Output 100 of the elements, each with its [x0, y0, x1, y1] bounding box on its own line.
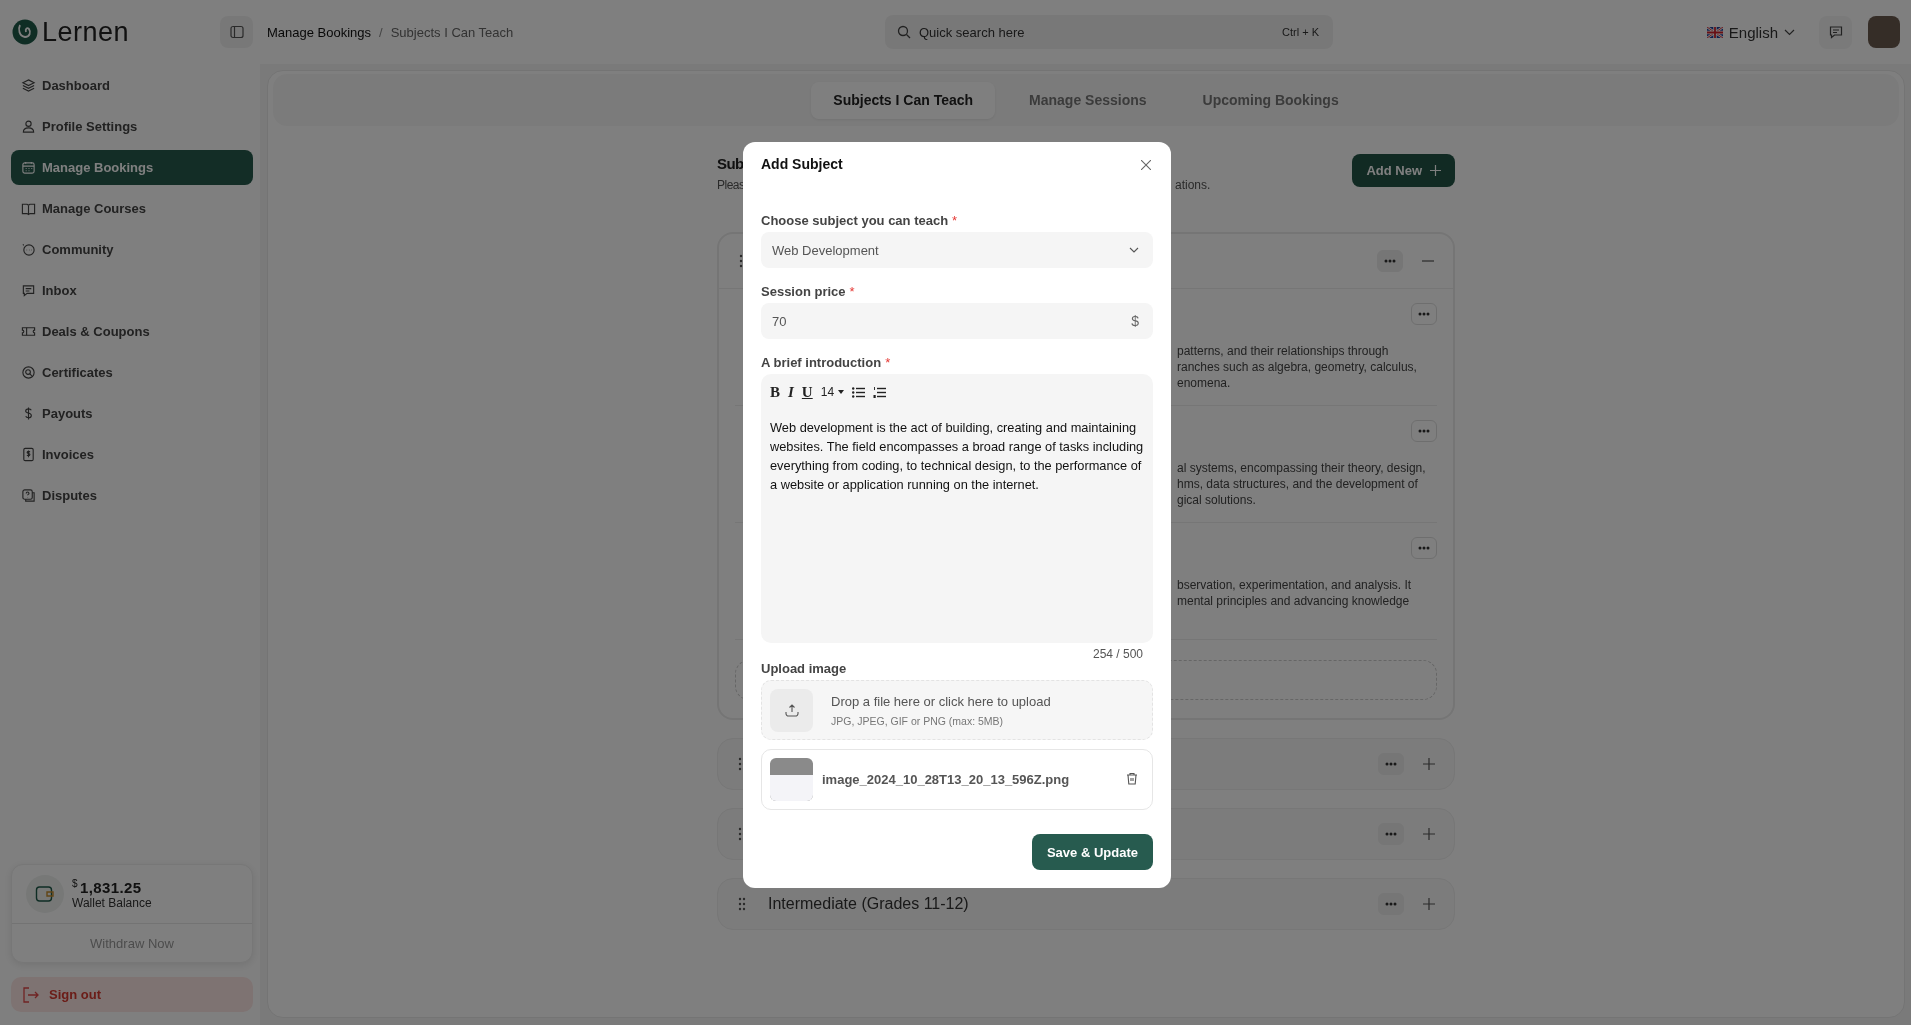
brand-name: Lernen [42, 16, 130, 48]
sidebar-item[interactable]: Invoices [11, 437, 253, 472]
field-label: Upload image [761, 661, 848, 676]
more-icon [1385, 832, 1397, 836]
close-icon [1141, 159, 1151, 170]
more-button[interactable] [1378, 823, 1404, 845]
subject-select[interactable]: Web Development [761, 232, 1153, 268]
layers-icon [21, 78, 36, 93]
ticket-icon [21, 324, 36, 339]
delete-button[interactable] [1126, 771, 1138, 788]
plus-icon [1430, 165, 1441, 176]
sidebar-item[interactable]: Manage Courses [11, 191, 253, 226]
dispute-icon [21, 488, 36, 503]
messages-button[interactable] [1819, 15, 1852, 49]
more-button[interactable] [1378, 753, 1404, 775]
chevron-down-icon [1129, 247, 1139, 253]
more-icon [1385, 762, 1397, 766]
sidebar-item[interactable]: Community [11, 232, 253, 267]
search-field[interactable]: Quick search here Ctrl + K [885, 15, 1333, 49]
chat-bubble-icon [21, 242, 36, 257]
wallet-amount: $^{$}$1,831.25 [72, 878, 143, 896]
breadcrumb-separator: / [379, 24, 383, 40]
expand-button[interactable] [1422, 897, 1436, 911]
file-name: image_2024_10_28T13_20_13_596Z.png [822, 772, 1071, 787]
sidebar-toggle-button[interactable] [220, 16, 253, 48]
expand-button[interactable] [1422, 827, 1436, 841]
plus-icon [1423, 898, 1435, 910]
file-dropzone[interactable]: Drop a file here or click here to upload JPG, JPEG, GIF or PNG (max: 5MB) [761, 680, 1153, 740]
tab[interactable]: Upcoming Bookings [1180, 81, 1361, 119]
message-icon [1827, 24, 1844, 40]
italic-button[interactable]: I [788, 383, 794, 401]
sidebar-item[interactable]: Payouts [11, 396, 253, 431]
breadcrumb-link[interactable]: Manage Bookings [267, 24, 372, 40]
more-button[interactable] [1378, 893, 1404, 915]
sidebar-item[interactable]: Manage Bookings [11, 150, 253, 185]
logo-icon [12, 19, 38, 45]
sign-out-icon [21, 985, 39, 1004]
sidebar-item[interactable]: Deals & Coupons [11, 314, 253, 349]
message-icon [21, 283, 36, 298]
caret-icon [838, 390, 845, 394]
user-icon [21, 119, 36, 134]
page-subtitle: Pleas [717, 178, 746, 192]
underline-button[interactable]: U [801, 383, 813, 401]
dialog-title: Add Subject [761, 156, 843, 173]
expand-button[interactable] [1422, 757, 1436, 771]
required-marker: * [952, 213, 958, 228]
introduction-text: Web development is the act of building, creating and maintaining websites. The field encompasses a broad range of tasks including everything from coding, to technical design, to the performance of a website or application running on the internet. [770, 419, 1144, 494]
upload-icon [770, 688, 813, 732]
sidebar-item[interactable]: Certificates [11, 355, 253, 390]
more-icon [1418, 546, 1430, 550]
search-icon [897, 25, 911, 39]
sign-out-button[interactable]: Sign out [11, 977, 253, 1012]
page-title: Sub [717, 154, 744, 174]
language-selector[interactable]: English [1706, 23, 1795, 41]
subject-description: patterns, and their relationships through ranches such as algebra, geometry, calculus, enomena. [1177, 343, 1418, 391]
flag-icon [1706, 26, 1723, 38]
price-input[interactable]: 70 $ [761, 303, 1153, 339]
avatar[interactable] [1868, 16, 1900, 48]
field-label: A brief introduction [761, 355, 882, 370]
sidebar-item[interactable]: Profile Settings [11, 109, 253, 144]
font-size-dropdown[interactable]: 14 [820, 385, 845, 399]
trash-icon [1126, 771, 1138, 785]
plus-icon [1423, 828, 1435, 840]
wallet-icon [26, 875, 64, 913]
bulleted-list-icon [852, 386, 866, 398]
sidebar-item[interactable]: Dashboard [11, 68, 253, 103]
bold-button[interactable]: B [770, 383, 780, 401]
numbered-list-button[interactable] [873, 386, 887, 398]
sidebar-item[interactable]: Inbox [11, 273, 253, 308]
required-marker: * [849, 284, 855, 299]
more-icon [1418, 429, 1430, 433]
close-button[interactable] [1139, 157, 1153, 172]
rich-text-editor[interactable] [761, 374, 1153, 643]
chevron-down-icon [1784, 28, 1795, 36]
tab[interactable]: Subjects I Can Teach [811, 81, 996, 119]
drag-handle-icon[interactable] [738, 897, 746, 911]
keyboard-shortcut: Ctrl + K [1282, 26, 1319, 38]
numbered-list-icon [873, 386, 887, 398]
more-button[interactable] [1377, 250, 1403, 272]
more-button[interactable] [1411, 537, 1437, 559]
invoice-icon [21, 447, 36, 462]
required-marker: * [885, 355, 891, 370]
more-button[interactable] [1411, 303, 1437, 325]
save-update-button[interactable]: Save & Update [1031, 834, 1153, 870]
character-counter: 254 / 500 [1091, 647, 1144, 661]
plus-icon [1423, 758, 1435, 770]
wallet-label: Wallet Balance [72, 896, 152, 910]
more-icon [1418, 312, 1430, 316]
more-icon [1385, 902, 1397, 906]
more-icon [1384, 259, 1396, 263]
more-button[interactable] [1411, 420, 1437, 442]
sidebar-item[interactable]: Disputes [11, 478, 253, 513]
subject-description: al systems, encompassing their theory, design, hms, data structures, and the development of gical solutions. [1177, 460, 1427, 508]
upload-prompt: Drop a file here or click here to upload [831, 693, 1051, 709]
add-new-button[interactable]: Add New [1352, 154, 1455, 187]
certificate-icon [21, 365, 36, 380]
calendar-icon [21, 160, 36, 175]
book-icon [21, 201, 36, 216]
bulleted-list-button[interactable] [852, 386, 866, 398]
tab[interactable]: Manage Sessions [1007, 81, 1169, 119]
